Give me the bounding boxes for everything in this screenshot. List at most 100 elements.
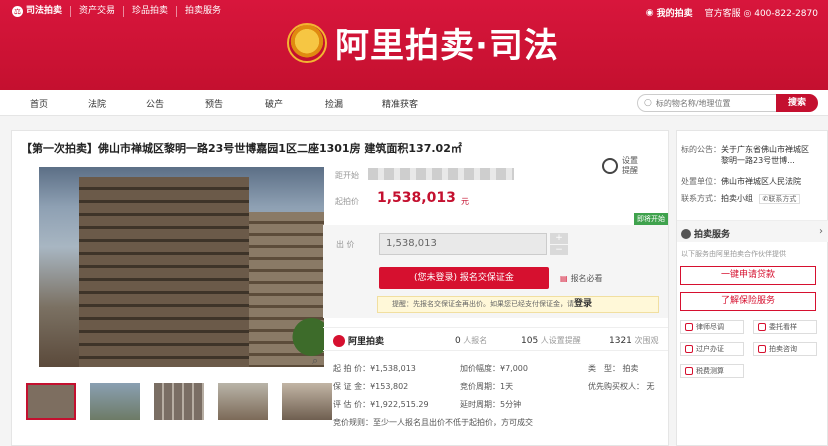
book-icon: ▤ [560,274,568,283]
detail-type-value: 拍卖 [622,364,639,373]
tip-login-link[interactable]: 登录 [574,299,592,309]
notice-row-2: 黎明一路23号世博... [721,156,795,166]
court-row: 处置单位：佛山市禅城区人民法院 [681,177,801,187]
search-box: ○ [637,94,777,112]
service-header[interactable]: 拍卖服务 › [677,220,828,242]
views-stat: 1321 次围观 [609,335,658,346]
loan-button[interactable]: 一键申请贷款 [680,266,816,285]
top-nav: ⚖ 司法拍卖 资产交易 珍品拍卖 拍卖服务 [12,6,229,17]
notice-label: 标的公告： [681,145,721,154]
contact-button[interactable]: ✆联系方式 [758,194,801,204]
chevron-right-icon: › [819,226,823,237]
ali-brand: 阿里拍卖 [333,334,384,347]
item-title: 【第一次拍卖】佛山市禅城区黎明一路23号世博嘉园1区二座1301房 建筑面积13… [21,142,462,155]
tax-button[interactable]: 税费测算 [680,364,744,378]
login-tip: 提醒：先报名交保证金再出价。如果您已经支付保证金，请登录 [377,296,659,313]
contact-label: 联系方式： [681,194,721,203]
reminders-count: 105 [521,336,539,346]
detail-priority-value: 无 [646,382,655,391]
countdown-blurred [368,168,514,180]
search-input[interactable] [655,98,766,108]
nav-notice[interactable]: 公告 [146,97,164,110]
viewing-icon [758,323,766,331]
service-text: 官方客服 [704,9,741,19]
detail-priority: 优先购买权人： 无 [588,381,655,392]
decrease-icon[interactable]: − [550,244,568,255]
court-label: 处置单位： [681,177,721,186]
consult-button[interactable]: 拍卖咨询 [753,342,817,356]
bid-input[interactable]: 1,538,013 [379,233,547,255]
tax-icon [685,367,693,375]
lawyer-icon [685,323,693,331]
register-button[interactable]: (您未登录) 报名交保证金 [379,267,549,289]
nav-preview[interactable]: 预告 [205,97,223,110]
nav-court[interactable]: 法院 [88,97,106,110]
my-auction-label: 我的拍卖 [656,9,693,19]
search-icon: ○ [644,98,652,108]
reminders-label: 人设置提醒 [540,336,581,345]
phone-icon: ◎ [743,9,755,19]
views-count: 1321 [609,336,632,346]
lawyer-label: 律师尽调 [696,323,724,331]
registered-stat: 0 人报名 [455,335,487,346]
top-nav-brand[interactable]: ⚖ 司法拍卖 [12,6,72,17]
detail-start-price: 起 拍 价：¥1,538,013 [333,364,416,373]
price-unit: 元 [461,197,469,206]
reminder-line-2: 提醒 [622,166,638,175]
nav-bankruptcy[interactable]: 破产 [265,97,283,110]
viewing-label: 委托看样 [769,323,797,331]
nav-bargain[interactable]: 捡漏 [325,97,343,110]
bid-label: 出 价 [336,240,355,249]
zoom-icon[interactable]: ⌕ [312,354,324,367]
increase-icon[interactable]: + [550,233,568,244]
detail-type-label: 类 型： [588,364,620,373]
set-reminder[interactable]: 设置 提醒 [602,156,638,176]
lawyer-button[interactable]: 律师尽调 [680,320,744,334]
top-nav-services[interactable]: 拍卖服务 [177,6,229,17]
top-banner: ⚖ 司法拍卖 资产交易 珍品拍卖 拍卖服务 ◉ 我的拍卖 官方客服 ◎ 400-… [0,0,828,90]
my-auction-link[interactable]: ◉ 我的拍卖 [645,6,693,20]
main-photo[interactable] [39,167,324,367]
consult-icon [758,345,766,353]
thumbnail-1[interactable] [26,383,76,420]
side-panel: 标的公告：关于广东省佛山市禅城区 黎明一路23号世博... 处置单位：佛山市禅城… [676,130,828,446]
phone-number: 400-822-2870 [754,9,818,19]
detail-rule: 竞价规则：至少一人报名且出价不低于起拍价，方可成交 [333,418,533,427]
thumbnail-3[interactable] [154,383,204,420]
bid-box: 即将开始 出 价 1,538,013 + − (您未登录) 报名交保证金 ▤ 报… [323,213,668,318]
thumbnail-4[interactable] [218,383,268,420]
consult-label: 拍卖咨询 [769,345,797,353]
top-nav-asset-trade[interactable]: 资产交易 [71,6,125,17]
search-button[interactable]: 搜索 [776,94,818,112]
must-see-link[interactable]: ▤ 报名必看 [560,273,603,284]
detail-type: 类 型： 拍卖 [588,363,639,374]
detail-cycle: 竞价周期：1天 [460,382,514,391]
viewing-button[interactable]: 委托看样 [753,320,817,334]
nav-home[interactable]: 首页 [30,97,48,110]
thumbnail-strip [26,383,332,420]
notice-link-2[interactable]: 黎明一路23号世博... [721,156,795,165]
service-title: 拍卖服务 [681,227,730,240]
building-shape [79,177,249,367]
transfer-label: 过户办证 [696,345,724,353]
service-label[interactable]: 官方客服 ◎ 400-822-2870 [705,6,818,19]
insurance-button[interactable]: 了解保险服务 [680,292,816,311]
start-countdown-label: 距开始 [335,171,359,180]
bid-stepper[interactable]: + − [550,233,568,255]
thumbnail-5[interactable] [282,383,332,420]
contact-row: 联系方式：拍卖小组 ✆联系方式 [681,194,801,204]
notice-link[interactable]: 关于广东省佛山市禅城区 [721,145,809,154]
top-nav-treasure[interactable]: 珍品拍卖 [124,6,178,17]
thumbnail-2[interactable] [90,383,140,420]
detail-extension: 延时周期：5分钟 [460,400,522,409]
tip-text: 提醒：先报名交保证金再出价。如果您已经支付保证金，请 [392,300,574,308]
service-sub: 以下服务由阿里拍卖合作伙伴提供 [681,250,786,258]
detail-appraisal: 评 估 价：¥1,922,515.29 [333,400,429,409]
main-nav: 首页 法院 公告 预告 破产 捡漏 精准获客 ○ 搜索 [0,90,828,116]
transfer-button[interactable]: 过户办证 [680,342,744,356]
logo[interactable]: 阿里拍卖·司法 [287,18,559,67]
user-icon: ◉ [645,7,654,18]
nav-precise[interactable]: 精准获客 [382,97,418,110]
court-name[interactable]: 佛山市禅城区人民法院 [721,177,801,186]
reminders-stat: 105 人设置提醒 [521,335,581,346]
